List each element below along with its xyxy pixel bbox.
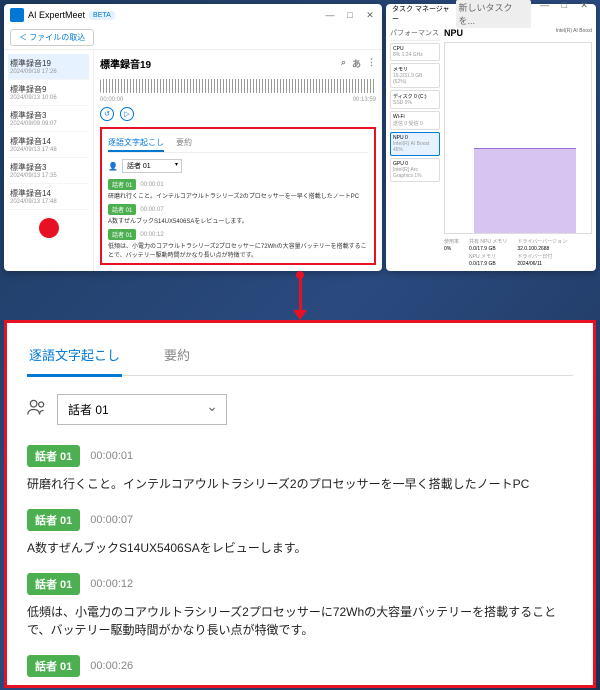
speaker-badge: 話者 01 (27, 573, 80, 595)
top-thumbnail-area: AI ExpertMeet BETA — □ ✕ ＜ ファイルの取込 標準録音1… (0, 0, 600, 275)
tm-titlebar: タスク マネージャー 新しいタスクを... — □ ✕ (386, 4, 596, 24)
sidebar-item[interactable]: 標準録音14 2024/09/13 17:48 (8, 132, 89, 158)
beta-badge: BETA (89, 11, 115, 20)
tab-transcript[interactable]: 逐語文字起こし (108, 135, 164, 152)
sidebar-item[interactable]: 標準録音9 2024/09/13 10:06 (8, 80, 89, 106)
recording-title: 標準録音19 (100, 56, 151, 71)
speaker-badge: 話者 01 (27, 509, 80, 531)
audio-waveform[interactable] (100, 79, 376, 93)
minimize-button[interactable]: — (324, 10, 336, 21)
sidebar-item[interactable]: 標準録音3 2024/09/13 17:35 (8, 158, 89, 184)
entry-text: A数すぜんブックS14UX5406SAをレビューします。 (108, 216, 368, 225)
translate-icon[interactable]: あ (352, 57, 361, 70)
npu-stats: 使用率 0% 共有 NPU メモリ 0.0/17.9 GB NPU メモリ 0.… (444, 238, 592, 267)
timestamp: 00:00:26 (90, 660, 133, 672)
transcript-entry[interactable]: 話者 01 00:00:07 A数すぜんブックS14UX5406SAをレビューしま… (27, 509, 573, 557)
close-button[interactable]: ✕ (364, 10, 376, 21)
metric-memory[interactable]: メモリ19.2/31.9 GB (62%) (390, 63, 440, 88)
arrow-line (299, 275, 302, 310)
app-body: 標準録音19 2024/09/18 17:26 標準録音9 2024/09/13… (4, 50, 382, 271)
transcript-entry[interactable]: 話者 01 00:00:12 低頻は、小電力のコアウルトラシリーズ2プロセッサーに… (27, 573, 573, 639)
entry-text: A数すぜんブックS14UX5406SAをレビューします。 (27, 539, 573, 557)
tm-main: NPU Intel(R) AI Boost 使用率 0% 共有 NPU メモリ … (444, 28, 592, 267)
person-icon (27, 398, 47, 421)
sidebar-item[interactable]: 標準録音3 2024/09/09 09:07 (8, 106, 89, 132)
more-icon[interactable]: ⋮ (367, 57, 376, 70)
graph-fill (474, 148, 576, 234)
timestamp: 00:00:01 (90, 450, 133, 462)
timestamp: 00:00:12 (90, 578, 133, 590)
speaker-filter-row: 👤 話者 01 (108, 159, 368, 173)
sidebar-item[interactable]: 標準録音19 2024/09/18 17:26 (8, 54, 89, 80)
speaker-select[interactable]: 話者 01 (57, 394, 227, 425)
speaker-badge: 話者 01 (108, 179, 136, 190)
metric-gpu[interactable]: GPU 0Intel(R) Arc Graphics 1% (390, 158, 440, 182)
metric-disk[interactable]: ディスク 0 (C:)SSD 0% (390, 90, 440, 109)
transcript-entry[interactable]: 話者 01 00:00:01 研磨れ行くこと。インテルコアウルトラシリーズ2のプロ… (27, 445, 573, 493)
maximize-button[interactable]: □ (344, 10, 356, 21)
metric-cpu[interactable]: CPU8% 1.24 GHz (390, 43, 440, 61)
arrow-head-icon (293, 310, 307, 320)
transcript-entry[interactable]: 話者 01 00:00:12 低頻は、小電力のコアウルトラシリーズ2プロセッサーに… (108, 229, 368, 259)
transcript-entry[interactable]: 話者 01 00:00:01 研磨れ行くこと。インテルコアウルトラシリーズ2のプロ… (108, 179, 368, 200)
transcript-zoom-panel: 逐語文字起こし 要約 話者 01 話者 01 00:00:01 研磨れ行くこと。イ… (4, 320, 596, 688)
window-controls: — □ ✕ (324, 10, 376, 21)
arrow-dot (296, 271, 304, 279)
metric-wifi[interactable]: Wi-Fi送信 0 受信 0 (390, 111, 440, 130)
tm-body: パフォーマンス CPU8% 1.24 GHz メモリ19.2/31.9 GB (… (386, 24, 596, 271)
main-content: 標準録音19 ⌕ あ ⋮ 00:00:00 00:13:59 ↺ ▷ (94, 50, 382, 271)
speaker-select[interactable]: 話者 01 (122, 159, 182, 173)
entry-text: 低頻は、小電力のコアウルトラシリーズ2プロセッサーに72Whの大容量バッテリーを… (108, 241, 368, 259)
tab-summary[interactable]: 要約 (162, 339, 192, 375)
search-icon[interactable]: ⌕ (341, 57, 346, 70)
timestamp: 00:00:07 (90, 514, 133, 526)
metric-npu[interactable]: NPU 0Intel(R) AI Boost 45% (390, 132, 440, 156)
transcript-entry[interactable]: 話者 01 00:00:26 こちらは14型の人気のモバイルノートPCのバッテリー… (27, 655, 573, 688)
npu-graph (444, 42, 592, 234)
tm-title: タスク マネージャー (392, 4, 456, 24)
content-title-row: 標準録音19 ⌕ あ ⋮ (100, 56, 376, 71)
timestamp: 00:00:07 (140, 207, 163, 213)
tm-metrics-sidebar: パフォーマンス CPU8% 1.24 GHz メモリ19.2/31.9 GB (… (390, 28, 440, 267)
entry-text: 研磨れ行くこと。インテルコアウルトラシリーズ2のプロセッサーを一早く搭載したノー… (27, 475, 573, 493)
callout-arrow (0, 275, 600, 320)
speaker-badge: 話者 01 (108, 204, 136, 215)
speaker-badge: 話者 01 (27, 655, 80, 677)
transcript-entry[interactable]: 話者 0100:00:26 こちらは14型の人気のモバイルノートPCのバッテリー… (108, 263, 368, 265)
timeline: 00:00:00 00:13:59 (100, 97, 376, 103)
sidebar-item[interactable]: 標準録音14 2024/09/13 17:48 (8, 184, 89, 210)
zoom-tabs: 逐語文字起こし 要約 (27, 339, 573, 376)
transcript-tabs: 逐語文字起こし 要約 (108, 135, 368, 153)
app-icon (10, 8, 24, 22)
speaker-filter-row: 話者 01 (27, 394, 573, 425)
npu-title: NPU (444, 28, 463, 38)
entry-text: 研磨れ行くこと。インテルコアウルトラシリーズ2のプロセッサーを一早く搭載したノー… (108, 191, 368, 200)
tab-transcript[interactable]: 逐語文字起こし (27, 339, 122, 377)
play-button[interactable]: ▷ (120, 107, 134, 121)
timestamp: 00:00:01 (140, 182, 163, 188)
entry-text: 低頻は、小電力のコアウルトラシリーズ2プロセッサーに72Whの大容量バッテリーを… (27, 603, 573, 639)
speaker-badge: 話者 01 (108, 263, 136, 265)
app-toolbar: ＜ ファイルの取込 (4, 26, 382, 50)
tm-header: NPU Intel(R) AI Boost (444, 28, 592, 38)
transcript-entry[interactable]: 話者 01 00:00:07 A数すぜんブックS14UX5406SAをレビューしま… (108, 204, 368, 225)
tab-summary[interactable]: 要約 (176, 135, 192, 152)
person-icon: 👤 (108, 162, 118, 171)
speaker-badge: 話者 01 (108, 229, 136, 240)
speaker-badge: 話者 01 (27, 445, 80, 467)
timestamp: 00:00:12 (140, 232, 163, 238)
task-manager-window: タスク マネージャー 新しいタスクを... — □ ✕ パフォーマンス CPU8… (386, 4, 596, 271)
app-title: AI ExpertMeet (28, 10, 85, 20)
app-titlebar: AI ExpertMeet BETA — □ ✕ (4, 4, 382, 26)
performance-label: パフォーマンス (390, 28, 440, 41)
transcript-panel: 逐語文字起こし 要約 👤 話者 01 話者 01 00:00:01 研磨れ行くこと… (100, 127, 376, 265)
record-button[interactable] (39, 218, 59, 238)
import-file-button[interactable]: ＜ ファイルの取込 (10, 29, 94, 46)
playback-controls: ↺ ▷ (100, 107, 376, 121)
recording-app-window: AI ExpertMeet BETA — □ ✕ ＜ ファイルの取込 標準録音1… (4, 4, 382, 271)
recordings-sidebar: 標準録音19 2024/09/18 17:26 標準録音9 2024/09/13… (4, 50, 94, 271)
restart-button[interactable]: ↺ (100, 107, 114, 121)
chip-name: Intel(R) AI Boost (556, 28, 592, 38)
entry-text: こちらは14型の人気のモバイルノートPCのバッテリー駆動時間を計測したものです (27, 685, 573, 688)
